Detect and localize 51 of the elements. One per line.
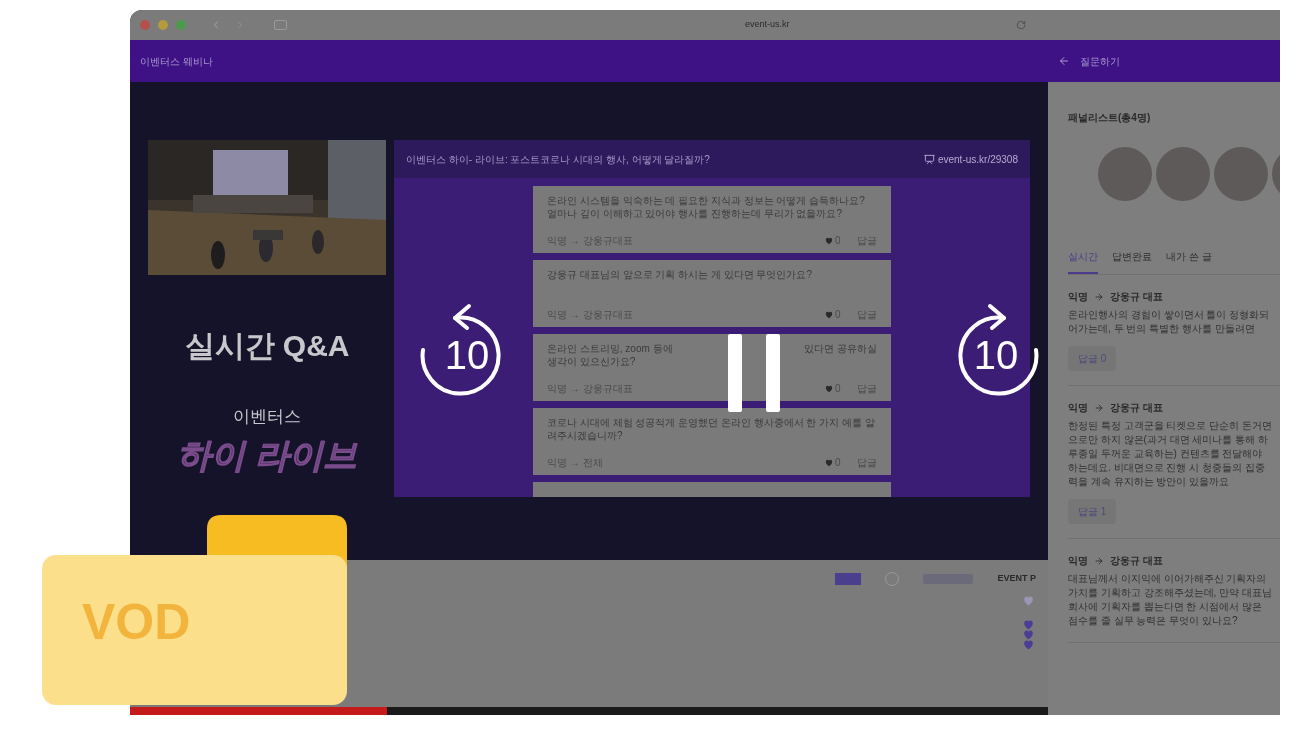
heart-icon	[1023, 630, 1034, 640]
stage-heading: 실시간 Q&A	[184, 328, 350, 364]
heart-icon	[1023, 596, 1034, 606]
comment-target: 강웅규 대표	[1110, 554, 1163, 568]
skip-forward-button[interactable]: 10	[942, 300, 1046, 396]
brand-caption: 이벤터스	[233, 406, 301, 428]
skip-back-button[interactable]: 10	[413, 300, 517, 396]
heart-icon	[1023, 620, 1034, 630]
site-title: 이벤터스 웨비나	[139, 54, 214, 69]
comment-author: 익명	[1068, 554, 1088, 568]
heart-icon	[825, 236, 833, 245]
pause-icon[interactable]	[728, 334, 780, 412]
question-text: 생각이 있으신가요?	[547, 355, 636, 368]
arrow-icon	[1094, 555, 1104, 566]
sponsor-logo-text: EVENT P	[997, 572, 1036, 586]
comment-text: 온라인행사의 경험이 쌓이면서 틀이 정형화되어가는데, 두 번의 특별한 행사를 만들려면	[1068, 308, 1271, 336]
avatar[interactable]	[1214, 147, 1268, 201]
comment-target: 강웅규 대표	[1110, 290, 1163, 304]
heart-icon	[825, 384, 833, 393]
arrow-icon	[1094, 291, 1104, 302]
panel-tab[interactable]: 실시간	[1068, 249, 1098, 274]
maximize-icon[interactable]	[176, 20, 186, 30]
heart-icon	[1023, 640, 1034, 650]
heart-icon	[825, 458, 833, 467]
panel-title: 질문하기	[1080, 54, 1120, 69]
folder-label: VOD	[82, 597, 191, 647]
slide-title: 이벤터스 하이- 라이브: 포스트코로나 시대의 행사, 어떻게 달라질까?	[406, 152, 710, 167]
sponsor-logo-icon	[835, 573, 862, 585]
comment-author: 익명	[1068, 401, 1088, 415]
sidebar-icon[interactable]	[274, 20, 287, 30]
panel-tab[interactable]: 답변완료	[1112, 249, 1152, 274]
comment-target: 강웅규 대표	[1110, 401, 1163, 415]
panelists-title: 패널리스트(총4명)	[1068, 111, 1152, 125]
comment-author: 익명	[1068, 290, 1088, 304]
heart-icon	[825, 310, 833, 319]
reload-icon[interactable]	[1015, 20, 1026, 30]
question-text: 있다면 공유하실	[804, 342, 877, 355]
minimize-icon[interactable]	[158, 20, 168, 30]
screen-icon	[923, 153, 935, 165]
comment-text: 한정된 특정 고객군을 티켓으로 단순히 돈거면으로만 하지 않은(과거 대면 세미나를 통해 하루종일 두꺼운 교육하는) 컨텐츠를 전달해야 하는데요. 비대면으로 진행 시 청중들의 집중력을 계속 유지하는 방안이 있을까요	[1068, 419, 1272, 489]
back-arrow-icon[interactable]	[1058, 55, 1070, 67]
close-icon[interactable]	[140, 20, 150, 30]
slide-link[interactable]: event-us.kr/29308	[937, 151, 1018, 167]
avatar[interactable]	[1098, 147, 1152, 201]
address-bar[interactable]: event-us.kr	[745, 18, 790, 32]
comment-text: 대표님께서 이지익에 이어가해주신 기획자의 가치를 기획하고 강조해주셨는데, 만약 대표님 회사에 기획자를 뽑는다면 한 시점에서 많은 점수를 줄 실무 능력은 무엇이 있나요?	[1068, 572, 1272, 628]
arrow-icon	[1094, 402, 1104, 413]
brand-logo-text: 하이 라이브	[177, 434, 357, 476]
progress-track[interactable]	[130, 707, 1048, 715]
avatar[interactable]	[1156, 147, 1210, 201]
panel-tab[interactable]: 내가 쓴 글	[1166, 249, 1212, 274]
